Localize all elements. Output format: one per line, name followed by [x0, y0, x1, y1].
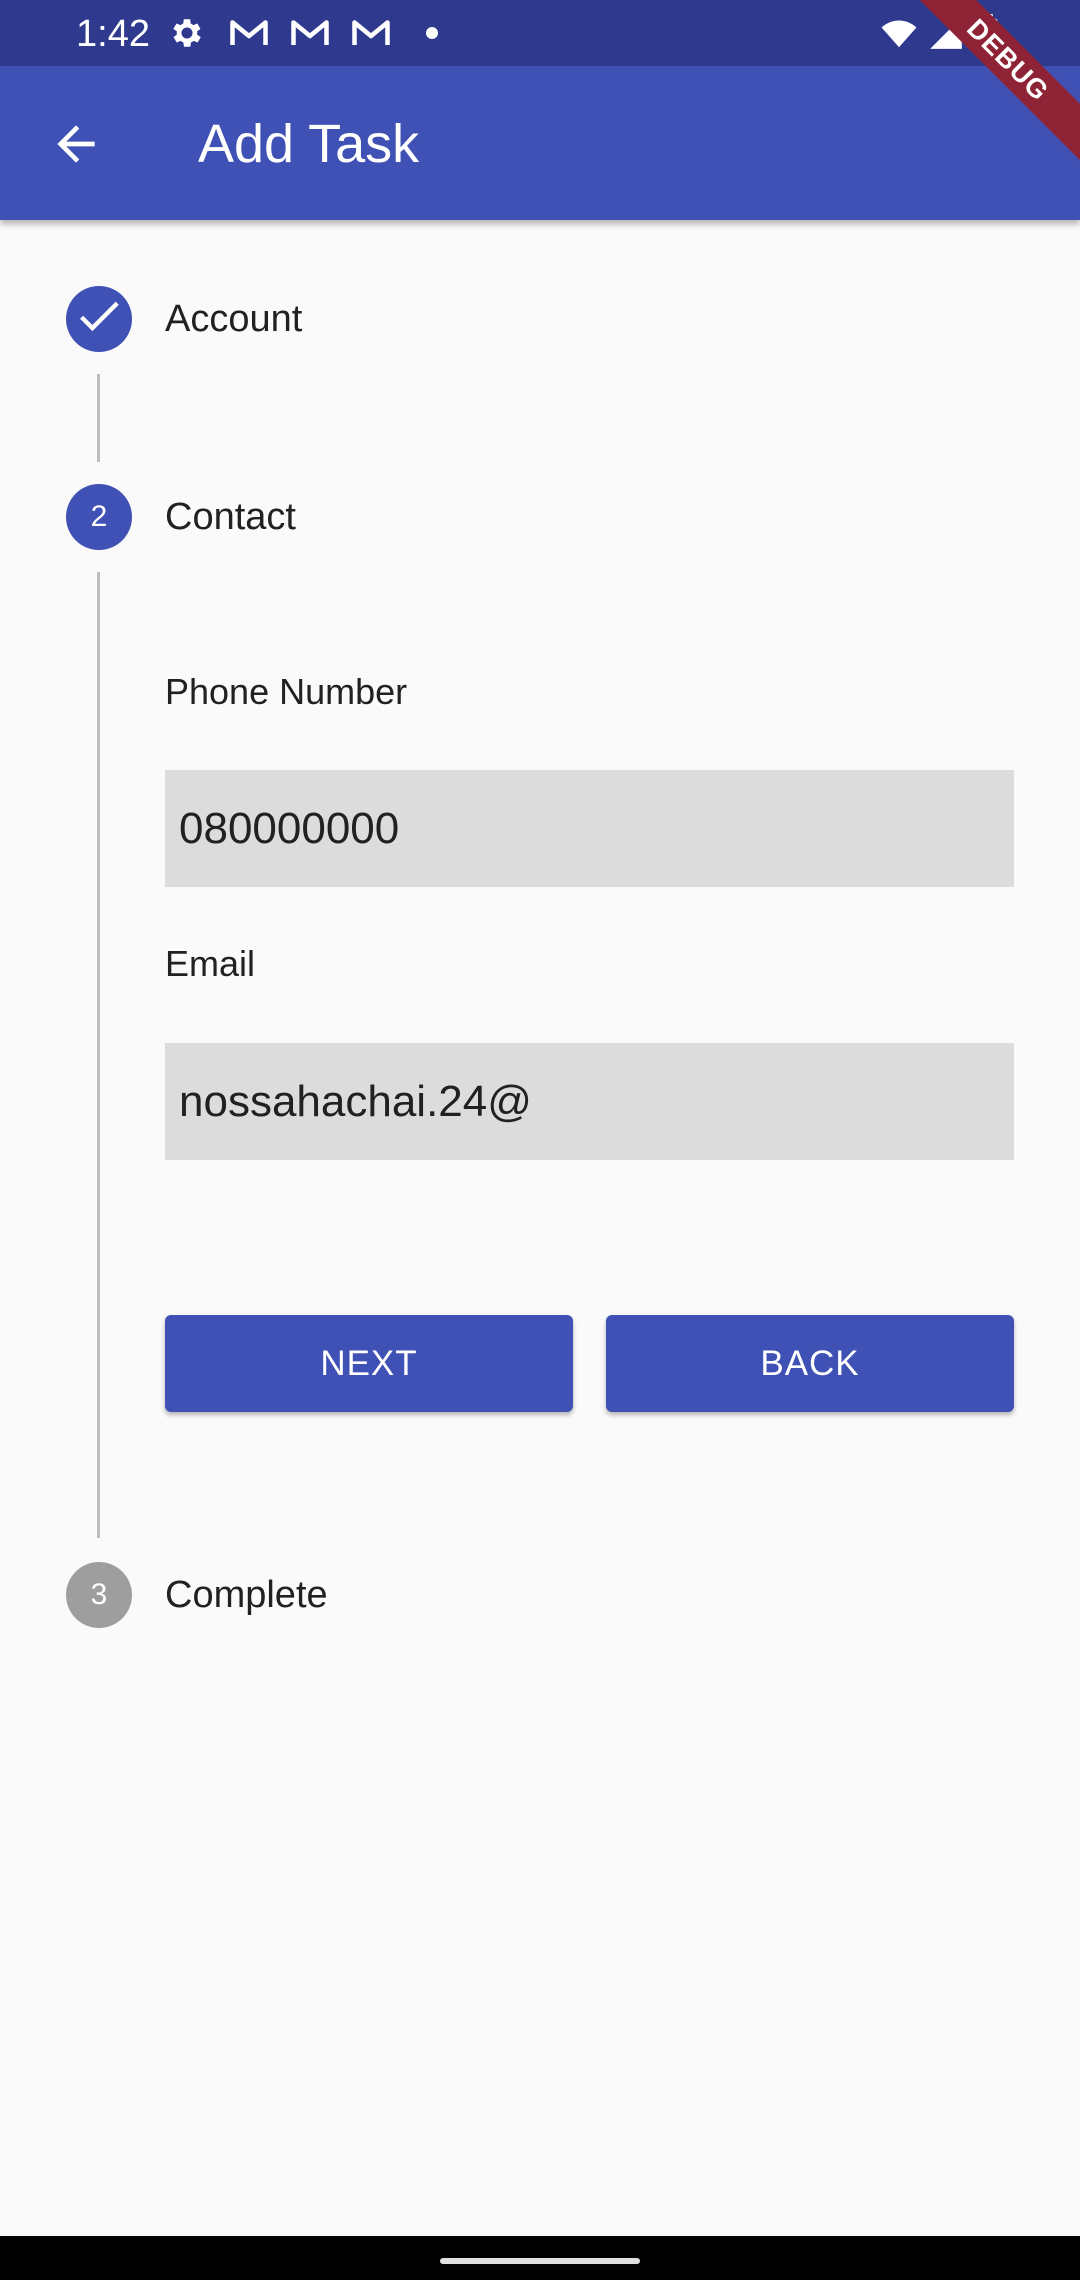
wifi-icon: [881, 20, 917, 48]
step-3-indicator[interactable]: 3: [66, 1562, 132, 1628]
step-1-label[interactable]: Account: [165, 297, 302, 341]
email-field[interactable]: [165, 1043, 1014, 1160]
gmail-icon: [291, 20, 329, 45]
step-2-label[interactable]: Contact: [165, 495, 296, 539]
step-2-indicator[interactable]: 2: [66, 484, 132, 550]
status-time: 1:42: [76, 13, 150, 55]
settings-icon: [173, 19, 201, 47]
phone-label: Phone Number: [165, 671, 408, 712]
status-bar: 1:42: [0, 0, 1080, 66]
navigation-bar: [0, 2236, 1080, 2280]
app-bar: Add Task: [0, 66, 1080, 220]
home-handle[interactable]: [440, 2258, 640, 2264]
page-title: Add Task: [198, 114, 420, 174]
notification-dot-icon: [426, 27, 438, 39]
next-button[interactable]: NEXT: [165, 1315, 573, 1412]
phone-field[interactable]: [165, 770, 1014, 887]
add-task-screen: 1:42 DEBUG Add Task Account 2 Contact Ph…: [0, 0, 1080, 2280]
check-icon: [80, 301, 119, 332]
arrow-back-icon[interactable]: [48, 116, 104, 172]
step-3-label[interactable]: Complete: [165, 1573, 328, 1617]
gmail-icon: [230, 20, 268, 45]
step-connector: [97, 374, 100, 462]
gmail-icon: [352, 20, 390, 45]
email-label: Email: [165, 943, 256, 984]
step-1-indicator[interactable]: [66, 286, 132, 352]
step-connector: [97, 572, 100, 1538]
back-button[interactable]: BACK: [606, 1315, 1014, 1412]
